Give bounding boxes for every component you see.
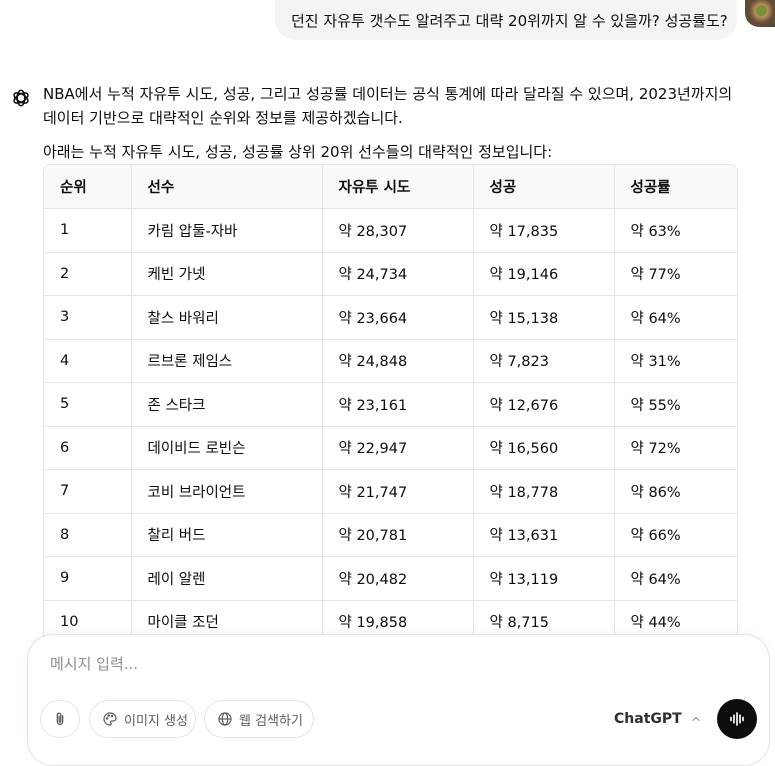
cell-percentage: 약 77%: [614, 252, 737, 296]
header-percentage: 성공률: [614, 165, 737, 209]
cell-percentage: 약 86%: [614, 469, 737, 514]
assistant-paragraph: NBA에서 누적 자유투 시도, 성공, 그리고 성공률 데이터는 공식 통계에…: [43, 85, 733, 127]
table-row: 3 찰스 바워리 약 23,664 약 15,138 약 64%: [44, 295, 737, 340]
cell-player: 케빈 가넷: [131, 252, 323, 296]
cell-made: 약 12,676: [473, 382, 615, 427]
cell-percentage: 약 66%: [614, 513, 737, 557]
cell-player: 존 스타크: [131, 382, 323, 427]
web-search-button[interactable]: 웹 검색하기: [204, 700, 314, 738]
model-label: ChatGPT: [614, 711, 682, 727]
user-avatar[interactable]: [745, 0, 775, 27]
cell-made: 약 15,138: [473, 295, 615, 340]
cell-attempts: 약 24,734: [322, 252, 474, 296]
cell-made: 약 16,560: [473, 426, 615, 470]
cell-rank: 4: [44, 339, 132, 383]
cell-player: 데이비드 로빈슨: [131, 426, 323, 470]
table-row: 6 데이비드 로빈슨 약 22,947 약 16,560 약 72%: [44, 426, 737, 470]
globe-icon: [217, 711, 233, 727]
cell-rank: 1: [44, 208, 132, 253]
assistant-message: NBA에서 누적 자유투 시도, 성공, 그리고 성공률 데이터는 공식 통계에…: [43, 82, 743, 164]
cell-player: 르브론 제임스: [131, 339, 323, 383]
attach-button[interactable]: [40, 700, 80, 738]
table-row: 4 르브론 제임스 약 24,848 약 7,823 약 31%: [44, 339, 737, 383]
cell-made: 약 19,146: [473, 252, 615, 296]
user-message-bubble: 던진 자유투 갯수도 알려주고 대략 20위까지 알 수 있을까? 성공률도?: [275, 0, 737, 40]
cell-attempts: 약 28,307: [322, 208, 474, 253]
model-selector[interactable]: ChatGPT: [614, 711, 702, 727]
message-input[interactable]: 메시지 입력...: [50, 653, 138, 674]
header-rank: 순위: [44, 165, 132, 209]
image-generation-button[interactable]: 이미지 생성: [89, 700, 196, 738]
cell-player: 찰스 바워리: [131, 295, 323, 340]
header-attempts: 자유투 시도: [322, 165, 474, 209]
cell-rank: 3: [44, 295, 132, 340]
assistant-paragraph: 아래는 누적 자유투 시도, 성공, 성공률 상위 20위 선수들의 대략적인 …: [43, 143, 553, 161]
table-row: 8 찰리 버드 약 20,781 약 13,631 약 66%: [44, 513, 737, 557]
cell-rank: 8: [44, 513, 132, 557]
voice-waveform-icon: [728, 710, 746, 728]
table-row: 7 코비 브라이언트 약 21,747 약 18,778 약 86%: [44, 469, 737, 514]
voice-mode-button[interactable]: [717, 699, 757, 739]
cell-attempts: 약 23,664: [322, 295, 474, 340]
web-search-label: 웹 검색하기: [239, 713, 303, 729]
openai-logo-icon: [10, 87, 32, 109]
cell-percentage: 약 63%: [614, 208, 737, 253]
table-row: 9 레이 알렌 약 20,482 약 13,119 약 64%: [44, 556, 737, 601]
cell-percentage: 약 31%: [614, 339, 737, 383]
user-message-row: 던진 자유투 갯수도 알려주고 대략 20위까지 알 수 있을까? 성공률도?: [0, 0, 775, 40]
cell-player: 코비 브라이언트: [131, 469, 323, 514]
palette-icon: [102, 711, 118, 727]
header-player: 선수: [131, 165, 323, 209]
header-made: 성공: [473, 165, 615, 209]
cell-made: 약 13,631: [473, 513, 615, 557]
cell-attempts: 약 20,482: [322, 556, 474, 601]
cell-made: 약 13,119: [473, 556, 615, 601]
cell-rank: 7: [44, 469, 132, 514]
table-row: 1 카림 압둘-자바 약 28,307 약 17,835 약 63%: [44, 208, 737, 253]
cell-percentage: 약 64%: [614, 556, 737, 601]
cell-player: 카림 압둘-자바: [131, 208, 323, 253]
message-composer: 메시지 입력... 이미지 생성 웹 검색하기 ChatGPT: [27, 634, 770, 766]
cell-made: 약 17,835: [473, 208, 615, 253]
cell-rank: 5: [44, 382, 132, 427]
cell-percentage: 약 64%: [614, 295, 737, 340]
cell-attempts: 약 22,947: [322, 426, 474, 470]
paperclip-icon: [52, 711, 68, 727]
cell-attempts: 약 21,747: [322, 469, 474, 514]
table-header-row: 순위 선수 자유투 시도 성공 성공률: [44, 165, 737, 209]
table-row: 2 케빈 가넷 약 24,734 약 19,146 약 77%: [44, 252, 737, 296]
cell-attempts: 약 24,848: [322, 339, 474, 383]
chevron-up-icon: [690, 713, 702, 725]
cell-attempts: 약 20,781: [322, 513, 474, 557]
cell-rank: 6: [44, 426, 132, 470]
cell-attempts: 약 23,161: [322, 382, 474, 427]
cell-rank: 2: [44, 252, 132, 296]
cell-made: 약 7,823: [473, 339, 615, 383]
cell-percentage: 약 55%: [614, 382, 737, 427]
cell-player: 찰리 버드: [131, 513, 323, 557]
table-row: 5 존 스타크 약 23,161 약 12,676 약 55%: [44, 382, 737, 427]
cell-rank: 9: [44, 556, 132, 601]
cell-made: 약 18,778: [473, 469, 615, 514]
cell-player: 레이 알렌: [131, 556, 323, 601]
cell-percentage: 약 72%: [614, 426, 737, 470]
image-generation-label: 이미지 생성: [124, 713, 188, 729]
free-throw-table: 순위 선수 자유투 시도 성공 성공률 1 카림 압둘-자바 약 28,307 …: [43, 164, 738, 645]
